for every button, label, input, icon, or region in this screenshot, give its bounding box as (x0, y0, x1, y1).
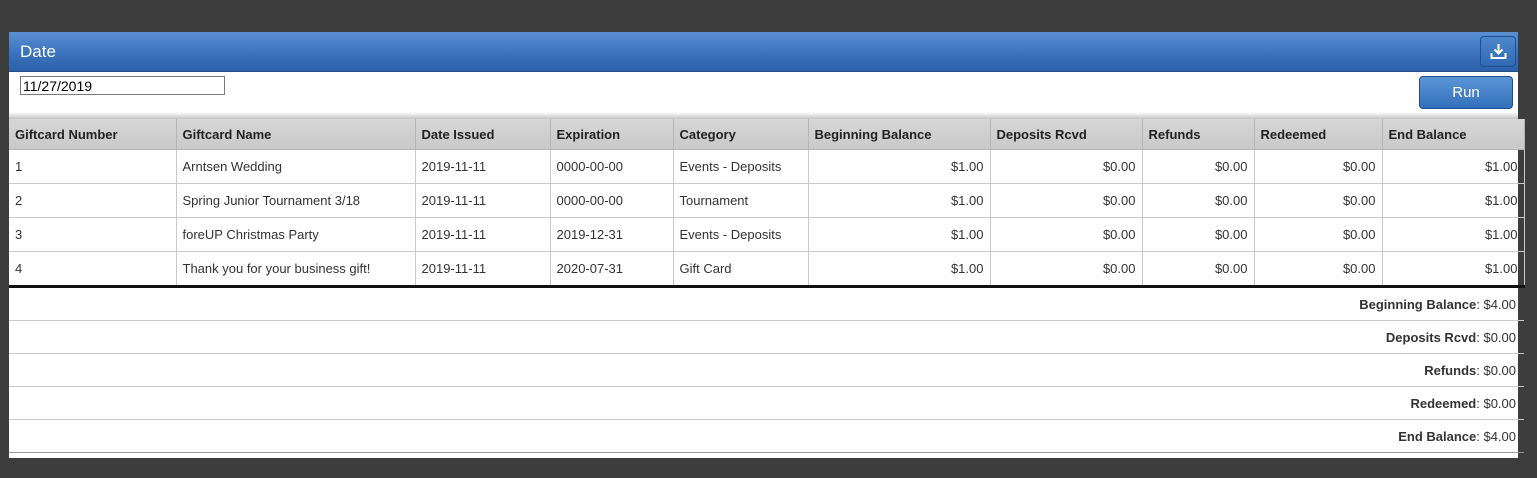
cell-giftcard-number: 2 (9, 183, 177, 218)
cell-expiration: 0000-00-00 (550, 183, 674, 218)
cell-refunds: $0.00 (1142, 217, 1255, 252)
cell-end-balance: $1.00 (1382, 149, 1525, 184)
table-row: 1 Arntsen Wedding 2019-11-11 0000-00-00 … (9, 149, 1525, 184)
cell-date-issued: 2019-11-11 (415, 149, 551, 184)
total-value: : $0.00 (1476, 330, 1516, 345)
column-header-date-issued[interactable]: Date Issued (415, 119, 551, 150)
cell-expiration: 0000-00-00 (550, 149, 674, 184)
cell-category: Events - Deposits (673, 217, 809, 252)
table-row: 3 foreUP Christmas Party 2019-11-11 2019… (9, 217, 1525, 252)
run-button[interactable]: Run (1419, 76, 1513, 109)
header-title: Date (20, 42, 56, 61)
cell-deposits-rcvd: $0.00 (990, 217, 1143, 252)
cell-redeemed: $0.00 (1254, 217, 1383, 252)
column-header-deposits-rcvd[interactable]: Deposits Rcvd (990, 119, 1143, 150)
total-row-end-balance: End Balance: $4.00 (9, 420, 1524, 453)
column-header-beginning-balance[interactable]: Beginning Balance (808, 119, 991, 150)
cell-end-balance: $1.00 (1382, 183, 1525, 218)
total-value: : $4.00 (1476, 297, 1516, 312)
cell-deposits-rcvd: $0.00 (990, 251, 1143, 288)
column-header-giftcard-name[interactable]: Giftcard Name (176, 119, 416, 150)
header-bar: Date (9, 32, 1518, 72)
cell-expiration: 2019-12-31 (550, 217, 674, 252)
report-panel: Date Run Giftcard Number Giftcar (9, 32, 1525, 458)
total-value: : $0.00 (1476, 396, 1516, 411)
cell-beginning-balance: $1.00 (808, 251, 991, 288)
total-row-redeemed: Redeemed: $0.00 (9, 387, 1524, 420)
export-button[interactable] (1480, 36, 1516, 67)
cell-end-balance: $1.00 (1382, 251, 1525, 288)
cell-end-balance: $1.00 (1382, 217, 1525, 252)
total-label: Refunds (1424, 363, 1477, 378)
cell-giftcard-number: 3 (9, 217, 177, 252)
cell-deposits-rcvd: $0.00 (990, 183, 1143, 218)
column-header-refunds[interactable]: Refunds (1142, 119, 1255, 150)
cell-giftcard-name: Spring Junior Tournament 3/18 (176, 183, 416, 218)
cell-category: Tournament (673, 183, 809, 218)
table-header-row: Giftcard Number Giftcard Name Date Issue… (9, 119, 1525, 150)
column-header-giftcard-number[interactable]: Giftcard Number (9, 119, 177, 150)
total-row-refunds: Refunds: $0.00 (9, 354, 1524, 387)
total-row-deposits-rcvd: Deposits Rcvd: $0.00 (9, 321, 1524, 354)
cell-redeemed: $0.00 (1254, 183, 1383, 218)
cell-beginning-balance: $1.00 (808, 217, 991, 252)
total-label: End Balance (1398, 429, 1477, 444)
table-row: 2 Spring Junior Tournament 3/18 2019-11-… (9, 183, 1525, 218)
cell-giftcard-name: Arntsen Wedding (176, 149, 416, 184)
cell-date-issued: 2019-11-11 (415, 217, 551, 252)
totals-section: Beginning Balance: $4.00 Deposits Rcvd: … (9, 288, 1524, 453)
table-row: 4 Thank you for your business gift! 2019… (9, 251, 1525, 288)
cell-giftcard-number: 1 (9, 149, 177, 184)
cell-redeemed: $0.00 (1254, 251, 1383, 288)
cell-refunds: $0.00 (1142, 251, 1255, 288)
cell-date-issued: 2019-11-11 (415, 251, 551, 288)
cell-expiration: 2020-07-31 (550, 251, 674, 288)
total-label: Deposits Rcvd (1385, 330, 1477, 345)
column-header-category[interactable]: Category (673, 119, 809, 150)
cell-refunds: $0.00 (1142, 183, 1255, 218)
total-label: Beginning Balance (1359, 297, 1477, 312)
total-value: : $0.00 (1476, 363, 1516, 378)
cell-category: Gift Card (673, 251, 809, 288)
divider (9, 112, 1518, 119)
cell-beginning-balance: $1.00 (808, 149, 991, 184)
cell-deposits-rcvd: $0.00 (990, 149, 1143, 184)
column-header-redeemed[interactable]: Redeemed (1254, 119, 1383, 150)
column-header-end-balance[interactable]: End Balance (1382, 119, 1525, 150)
cell-redeemed: $0.00 (1254, 149, 1383, 184)
total-label: Redeemed (1410, 396, 1477, 411)
cell-giftcard-number: 4 (9, 251, 177, 288)
cell-refunds: $0.00 (1142, 149, 1255, 184)
total-value: : $4.00 (1476, 429, 1516, 444)
date-input[interactable] (20, 76, 225, 95)
download-icon (1490, 44, 1507, 59)
cell-beginning-balance: $1.00 (808, 183, 991, 218)
total-row-beginning-balance: Beginning Balance: $4.00 (9, 288, 1524, 321)
cell-giftcard-name: Thank you for your business gift! (176, 251, 416, 288)
giftcard-table: Giftcard Number Giftcard Name Date Issue… (9, 119, 1525, 288)
column-header-expiration[interactable]: Expiration (550, 119, 674, 150)
cell-giftcard-name: foreUP Christmas Party (176, 217, 416, 252)
cell-date-issued: 2019-11-11 (415, 183, 551, 218)
cell-category: Events - Deposits (673, 149, 809, 184)
